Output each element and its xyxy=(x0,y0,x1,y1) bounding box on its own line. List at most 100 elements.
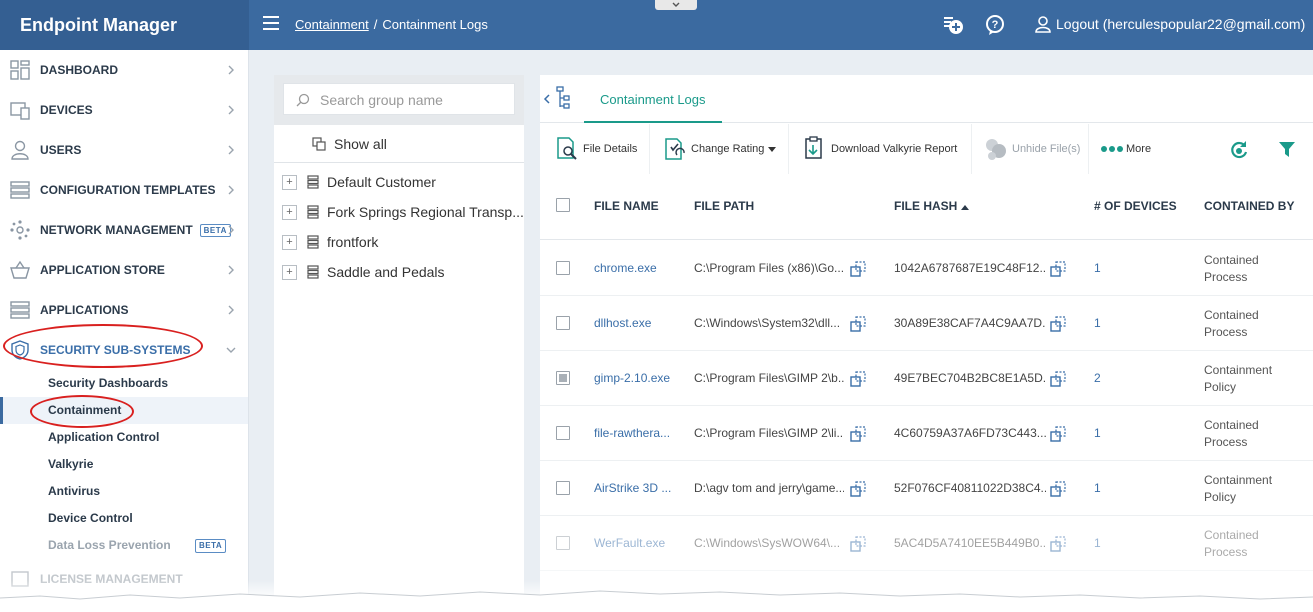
copy-icon[interactable] xyxy=(1050,426,1066,442)
column-header-file-hash[interactable]: FILE HASH xyxy=(894,199,969,213)
copy-icon[interactable] xyxy=(850,536,866,552)
sidebar-item-label: USERS xyxy=(40,143,82,157)
unhide-files-button[interactable]: Unhide File(s) xyxy=(983,124,1080,174)
unhide-icon xyxy=(986,139,1006,160)
top-bar: Endpoint Manager Containment / Containment… xyxy=(0,0,1313,50)
sidebar-subitem-data-loss-prevention[interactable]: Data Loss Prevention BETA xyxy=(0,532,248,559)
table-row[interactable]: file-rawthera... C:\Program Files\GIMP 2… xyxy=(540,406,1313,461)
sidebar-item-label: CONFIGURATION TEMPLATES xyxy=(40,183,216,197)
show-all-button[interactable]: Show all xyxy=(274,125,524,163)
device-count-link[interactable]: 1 xyxy=(1094,316,1101,330)
tab-bar: Containment Logs xyxy=(540,75,1313,123)
more-button[interactable]: More xyxy=(1101,124,1151,174)
copy-icon[interactable] xyxy=(1050,481,1066,497)
contained-by-cell: Contained Process xyxy=(1204,253,1259,284)
logout-button[interactable]: Logout (herculespopular22@gmail.com) xyxy=(1034,15,1305,33)
caret-down-icon xyxy=(768,147,777,152)
chevron-right-icon xyxy=(228,65,234,75)
row-checkbox[interactable] xyxy=(556,426,570,440)
device-count-link[interactable]: 1 xyxy=(1094,481,1101,495)
expand-icon[interactable]: + xyxy=(282,174,297,190)
copy-icon[interactable] xyxy=(850,426,866,442)
sidebar-subitem-containment[interactable]: Containment xyxy=(0,397,248,424)
templates-icon xyxy=(10,181,30,199)
group-search-input[interactable] xyxy=(320,92,510,108)
chevron-right-icon xyxy=(228,305,234,315)
copy-icon[interactable] xyxy=(850,316,866,332)
row-checkbox[interactable] xyxy=(556,371,570,385)
table-row[interactable]: dllhost.exe C:\Windows\System32\dll... 3… xyxy=(540,296,1313,351)
row-checkbox[interactable] xyxy=(556,316,570,330)
copy-icon[interactable] xyxy=(850,371,866,387)
sidebar-item-users[interactable]: USERS xyxy=(0,130,248,170)
copy-icon[interactable] xyxy=(850,481,866,497)
sidebar-subitem-application-control[interactable]: Application Control xyxy=(0,424,248,451)
expand-icon[interactable]: + xyxy=(282,264,297,280)
sidebar-item-network-management[interactable]: NETWORK MANAGEMENT BETA xyxy=(0,210,248,250)
device-count-link[interactable]: 1 xyxy=(1094,536,1101,550)
download-valkyrie-report-button[interactable]: Download Valkyrie Report xyxy=(802,124,957,174)
row-checkbox[interactable] xyxy=(556,261,570,275)
help-icon[interactable]: ? xyxy=(984,14,1006,36)
add-device-icon[interactable] xyxy=(942,14,964,36)
sidebar-subitem-antivirus[interactable]: Antivirus xyxy=(0,478,248,505)
breadcrumb-containment-link[interactable]: Containment xyxy=(295,17,369,32)
file-name-link[interactable]: chrome.exe xyxy=(594,261,676,275)
device-count-link[interactable]: 1 xyxy=(1094,261,1101,275)
group-tree-item[interactable]: + Fork Springs Regional Transp... xyxy=(274,197,524,227)
device-count-link[interactable]: 1 xyxy=(1094,426,1101,440)
contained-by-cell: Contained Process xyxy=(1204,418,1259,449)
table-row[interactable]: chrome.exe C:\Program Files (x86)\Go... … xyxy=(540,241,1313,296)
sidebar-item-security-sub-systems[interactable]: SECURITY SUB-SYSTEMS xyxy=(0,330,248,370)
sidebar-subitem-security-dashboards[interactable]: Security Dashboards xyxy=(0,370,248,397)
copy-icon[interactable] xyxy=(1050,536,1066,552)
table-row[interactable]: AirStrike 3D ... D:\agv tom and jerry\ga… xyxy=(540,461,1313,516)
copy-icon[interactable] xyxy=(1050,316,1066,332)
file-path-cell: C:\Windows\System32\dll... xyxy=(694,316,841,330)
select-all-checkbox[interactable] xyxy=(556,198,570,212)
svg-text:?: ? xyxy=(992,19,999,31)
menu-toggle-icon[interactable] xyxy=(263,16,279,32)
column-header-file-path[interactable]: FILE PATH xyxy=(694,199,754,213)
filter-icon[interactable] xyxy=(1278,140,1296,158)
server-icon xyxy=(307,235,319,249)
group-tree-item[interactable]: + Default Customer xyxy=(274,167,524,197)
column-header-devices[interactable]: # OF DEVICES xyxy=(1094,199,1177,213)
app-title: Endpoint Manager xyxy=(0,0,249,50)
table-row[interactable]: gimp-2.10.exe C:\Program Files\GIMP 2\b.… xyxy=(540,351,1313,406)
collapse-header-tab[interactable] xyxy=(655,0,697,10)
file-name-link[interactable]: file-rawthera... xyxy=(594,426,676,440)
column-header-file-name[interactable]: FILE NAME xyxy=(594,199,659,213)
sidebar-item-configuration-templates[interactable]: CONFIGURATION TEMPLATES xyxy=(0,170,248,210)
sidebar-item-dashboard[interactable]: DASHBOARD xyxy=(0,50,248,90)
file-name-link[interactable]: WerFault.exe xyxy=(594,536,676,550)
row-checkbox[interactable] xyxy=(556,481,570,495)
file-name-link[interactable]: dllhost.exe xyxy=(594,316,676,330)
column-header-contained-by[interactable]: CONTAINED BY xyxy=(1204,199,1294,213)
expand-icon[interactable]: + xyxy=(282,204,297,220)
sidebar-subitem-device-control[interactable]: Device Control xyxy=(0,505,248,532)
copy-icon[interactable] xyxy=(1050,261,1066,277)
expand-icon[interactable]: + xyxy=(282,234,297,250)
table-row[interactable]: WerFault.exe C:\Windows\SysWOW64\... 5AC… xyxy=(540,516,1313,571)
sidebar-item-applications[interactable]: APPLICATIONS xyxy=(0,290,248,330)
row-checkbox[interactable] xyxy=(556,536,570,550)
toolbar-divider xyxy=(971,124,972,174)
change-rating-button[interactable]: Change Rating xyxy=(662,124,780,174)
refresh-icon[interactable] xyxy=(1229,140,1249,160)
file-name-link[interactable]: gimp-2.10.exe xyxy=(594,371,676,385)
group-tree-item[interactable]: + Saddle and Pedals xyxy=(274,257,524,287)
copy-icon[interactable] xyxy=(1050,371,1066,387)
tree-collapse-icon[interactable] xyxy=(543,85,573,111)
device-count-link[interactable]: 2 xyxy=(1094,371,1101,385)
sidebar-subitem-valkyrie[interactable]: Valkyrie xyxy=(0,451,248,478)
file-details-button[interactable]: File Details xyxy=(554,124,637,174)
sidebar-item-devices[interactable]: DEVICES xyxy=(0,90,248,130)
sidebar-item-application-store[interactable]: APPLICATION STORE xyxy=(0,250,248,290)
sidebar-item-label: DEVICES xyxy=(40,103,93,117)
file-name-link[interactable]: AirStrike 3D ... xyxy=(594,481,676,495)
group-tree-item[interactable]: + frontfork xyxy=(274,227,524,257)
tab-containment-logs[interactable]: Containment Logs xyxy=(584,75,722,123)
more-dots-icon xyxy=(1101,146,1123,152)
copy-icon[interactable] xyxy=(850,261,866,277)
